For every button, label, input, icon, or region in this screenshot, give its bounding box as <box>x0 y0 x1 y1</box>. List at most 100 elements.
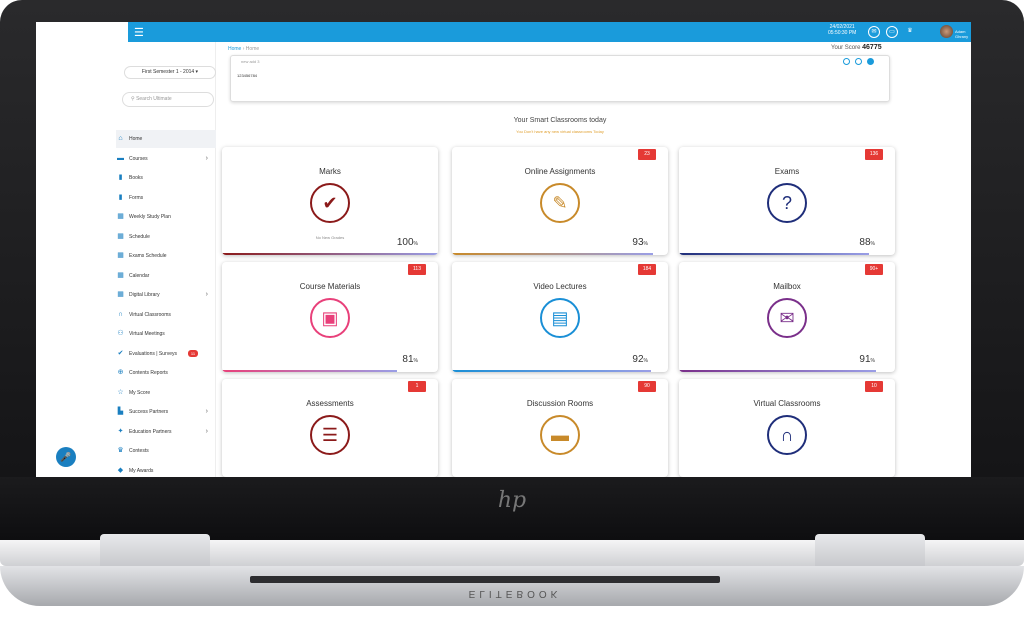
sidebar-badge: 11 <box>188 349 198 357</box>
sidebar-item-label: Schedule <box>129 233 150 240</box>
check-icon: ✔ <box>117 349 124 357</box>
sidebar-item-contests[interactable]: ♛ Contests <box>116 442 216 460</box>
sidebar-item-label: My Score <box>129 389 151 396</box>
briefcase-icon: ▣ <box>310 298 350 338</box>
sidebar-item-label: Contents Reports <box>129 370 168 376</box>
card-assessments[interactable]: Assessments ☰ 1 <box>222 379 438 477</box>
sidebar-item-weekly-study-plan[interactable]: ▦ Weekly Study Plan <box>116 208 216 226</box>
card-title: Online Assignments <box>524 167 596 176</box>
sidebar-item-label: Evaluations | Surveys <box>129 350 177 357</box>
progress-bar <box>679 370 876 372</box>
trophy-icon[interactable]: ♛ <box>904 26 916 38</box>
sidebar-item-label: Success Partners <box>129 409 169 415</box>
sidebar-item-evaluations-surveys[interactable]: ✔ Evaluations | Surveys 11 <box>116 345 216 363</box>
avatar[interactable] <box>940 25 953 38</box>
card-badge: 10 <box>865 381 883 392</box>
card-badge: 184 <box>638 264 656 275</box>
sidebar-item-label: Calendar <box>129 272 150 279</box>
breadcrumb-home[interactable]: Home <box>228 46 241 52</box>
pager-next[interactable] <box>867 58 874 65</box>
user-name[interactable]: Adam Ghrany <box>955 29 971 39</box>
sidebar-item-virtual-classrooms[interactable]: ∩ Virtual Classrooms <box>116 306 216 324</box>
card-percent: 93% <box>632 237 648 248</box>
card-title: Course Materials <box>299 282 361 291</box>
chevron-right-icon: › <box>205 408 208 415</box>
sidebar-item-my-score[interactable]: ☆ My Score <box>116 384 216 402</box>
sidebar-item-label: Contests <box>129 448 149 454</box>
library-icon: ▦ <box>117 291 124 298</box>
semester-select[interactable]: First Semester 1 - 2014 ▾ <box>124 66 216 79</box>
sidebar-item-success-partners[interactable]: ▙ Success Partners › <box>116 403 216 421</box>
sidebar-item-calendar[interactable]: ▦ Calendar <box>116 267 216 285</box>
card-percent: 91% <box>859 354 875 365</box>
search-placeholder: Search Ultimate <box>136 96 172 102</box>
sidebar-item-label: Education Partners <box>129 428 172 435</box>
card-marks[interactable]: Marks ✔ No New Grades 100% <box>222 147 438 255</box>
progress-bar <box>452 253 653 255</box>
card-percent: 92% <box>632 354 648 365</box>
film-icon: ▤ <box>540 298 580 338</box>
card-online-assignments[interactable]: Online Assignments ✎ 93% 23 <box>452 147 668 255</box>
card-exams[interactable]: Exams? 88% 136 <box>679 147 895 255</box>
sidebar-item-virtual-meetings[interactable]: ⚇ Virtual Meetings <box>116 325 216 343</box>
datetime: 24/02/2021 05:50:30 PM <box>828 24 856 36</box>
trophy-icon: ♛ <box>117 447 124 454</box>
sidebar-item-education-partners[interactable]: ✦ Education Partners › <box>116 423 216 441</box>
sidebar-item-home[interactable]: ⌂ Home <box>116 130 216 148</box>
card-mailbox[interactable]: Mailbox ✉ 91% 90+ <box>679 262 895 372</box>
sidebar: First Semester 1 - 2014 ▾ ⚲ Search Ultim… <box>96 42 216 477</box>
card-title: Video Lectures <box>533 282 587 291</box>
card-discussion-rooms[interactable]: Discussion Rooms ▬ 90 <box>452 379 668 477</box>
card-course-materials[interactable]: Course Materials ▣ 81% 113 <box>222 262 438 372</box>
card-badge: 90 <box>638 381 656 392</box>
score-value: 46775 <box>862 44 882 51</box>
percent-sign: % <box>413 358 418 364</box>
progress-bar <box>452 370 651 372</box>
sidebar-item-label: Courses <box>129 155 148 162</box>
star-icon: ☆ <box>117 388 124 396</box>
sidebar-item-my-awards[interactable]: ◆ My Awards <box>116 462 216 478</box>
smart-classrooms-subtitle: You Don't have any new virtual classroom… <box>516 129 604 134</box>
percent-sign: % <box>870 241 875 247</box>
search-input[interactable]: ⚲ Search Ultimate <box>122 92 214 107</box>
progress-bar <box>222 370 397 372</box>
score: Your Score 46775 <box>831 44 882 51</box>
card-virtual-classrooms[interactable]: Virtual Classrooms ∩ 10 <box>679 379 895 477</box>
sidebar-item-schedule[interactable]: ▦ Schedule <box>116 228 216 246</box>
card-badge: 90+ <box>865 264 883 275</box>
card-percent: 81% <box>402 354 418 365</box>
sidebar-item-contents-reports[interactable]: ⊕ Contents Reports <box>116 364 216 382</box>
hamburger-menu-icon[interactable]: ☰ <box>134 26 144 39</box>
top-bar: ☰ 24/02/2021 05:50:30 PM ✉ ▭ ♛ Adam Ghra… <box>128 22 971 42</box>
message-icon[interactable]: ▭ <box>886 26 898 38</box>
notification-icon[interactable]: ✉ <box>868 26 880 38</box>
envelope-icon: ✉ <box>767 298 807 338</box>
sidebar-item-label: Virtual Meetings <box>129 331 165 337</box>
card-percent-value: 81 <box>402 354 414 365</box>
sidebar-item-exams-schedule[interactable]: ▦ Exams Schedule <box>116 247 216 265</box>
brand-text: ELITEBOOK <box>468 588 562 599</box>
pager-prev[interactable] <box>843 58 850 65</box>
sidebar-item-label: Forms <box>129 194 144 201</box>
chevron-right-icon: › <box>205 291 208 298</box>
chevron-right-icon: › <box>205 154 208 162</box>
percent-sign: % <box>870 358 875 364</box>
note-box: new add 3 123456784 <box>230 55 890 102</box>
handshake-icon: ✦ <box>117 427 124 435</box>
card-video-lectures[interactable]: Video Lectures ▤ 92% 184 <box>452 262 668 372</box>
microphone-icon[interactable]: 🎤 <box>56 447 76 467</box>
percent-sign: % <box>413 241 418 247</box>
card-percent-value: 100 <box>396 237 414 248</box>
calendar-icon: ▦ <box>117 252 124 259</box>
progress-bar <box>679 253 870 255</box>
sidebar-item-courses[interactable]: ▬ Courses › <box>116 150 216 168</box>
percent-sign: % <box>643 358 648 364</box>
sidebar-item-forms[interactable]: ▮ Forms <box>116 189 216 207</box>
sidebar-item-label: Home <box>129 136 143 142</box>
card-badge: 23 <box>638 149 656 160</box>
card-title: Assessments <box>306 399 354 408</box>
sidebar-item-books[interactable]: ▮ Books <box>116 169 216 187</box>
sidebar-item-digital-library[interactable]: ▦ Digital Library › <box>116 286 216 304</box>
pager-dot[interactable] <box>855 58 862 65</box>
chevron-right-icon: › <box>205 427 208 435</box>
